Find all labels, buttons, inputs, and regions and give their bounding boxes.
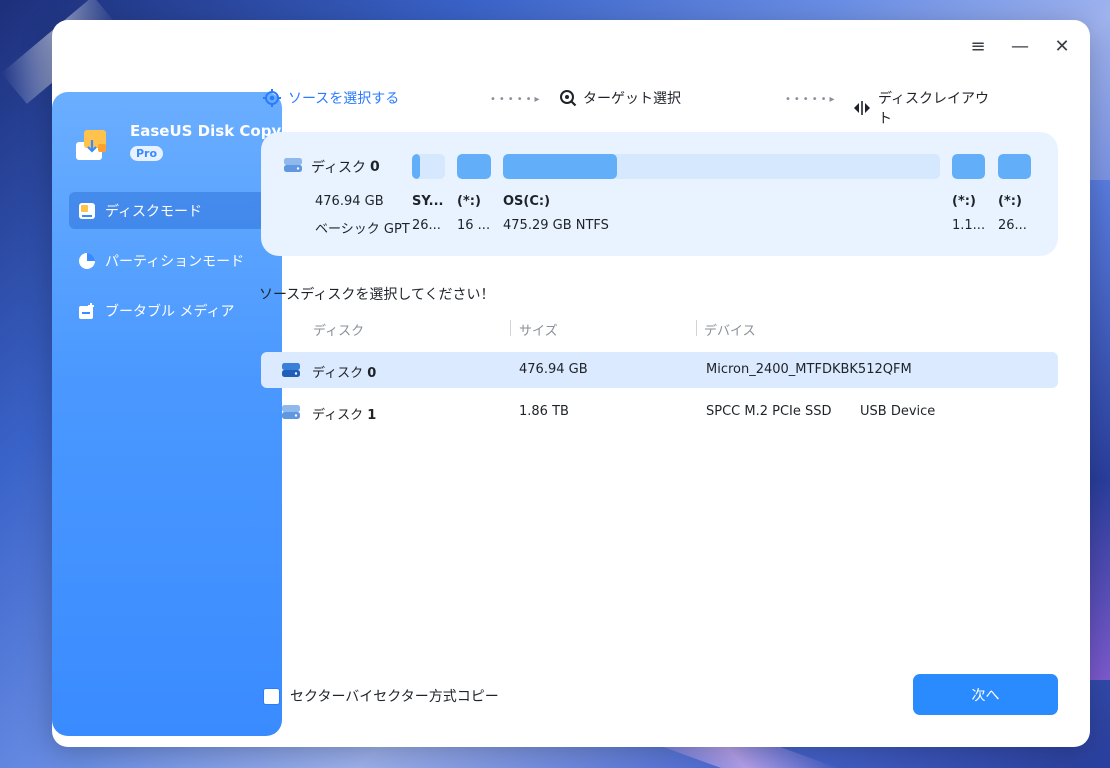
- partition-fill: [412, 154, 421, 179]
- close-icon[interactable]: ✕: [1052, 36, 1072, 57]
- sidebar-nav: ディスクモード パーティションモード ブータブル メディア: [69, 192, 265, 342]
- pie-chart-icon: [77, 251, 97, 271]
- partition-name: (*:): [998, 194, 1022, 209]
- window-controls: ≡ — ✕: [968, 36, 1072, 57]
- bootable-media-icon: [77, 301, 97, 321]
- disk-name-number: 0: [370, 159, 380, 175]
- partition-name: (*:): [457, 194, 481, 209]
- step-label: ターゲット選択: [583, 91, 681, 107]
- wallpaper-edge: [1088, 180, 1110, 680]
- column-divider[interactable]: [696, 320, 697, 336]
- menu-icon[interactable]: ≡: [968, 36, 988, 57]
- step-label: ディスクレイアウト: [878, 91, 990, 127]
- sidebar: EaseUS Disk Copy Pro ディスクモード パーティションモード: [52, 92, 282, 736]
- partition-size: 26...: [412, 218, 441, 233]
- sidebar-item-label: ブータブル メディア: [105, 303, 235, 320]
- disk-number: 0: [367, 366, 377, 381]
- hard-drive-icon: [281, 362, 301, 382]
- table-row[interactable]: ディスク 1 1.86 TB SPCC M.2 PCIe SSD USB Dev…: [261, 394, 1058, 430]
- partition-bar[interactable]: [998, 154, 1031, 179]
- source-prompt: ソースディスクを選択してください！: [259, 287, 495, 303]
- disk-number: 1: [367, 408, 377, 423]
- step-label: ソースを選択する: [288, 91, 400, 107]
- step-select-target[interactable]: ターゲット選択: [559, 88, 681, 108]
- disk-table-header: ディスク サイズ デバイス: [261, 318, 1058, 340]
- sidebar-item-label: ディスクモード: [105, 203, 203, 220]
- next-button[interactable]: 次へ: [913, 674, 1058, 715]
- disk-cell: ディスク 0: [312, 362, 376, 381]
- disk-cell: ディスク 1: [312, 404, 376, 423]
- sidebar-item-disk-mode[interactable]: ディスクモード: [69, 192, 265, 229]
- minimize-icon[interactable]: —: [1010, 36, 1030, 57]
- partition-bar[interactable]: [412, 154, 445, 179]
- partition-fill: [998, 154, 1031, 179]
- hard-drive-icon: [281, 404, 301, 424]
- sector-by-sector-checkbox[interactable]: [263, 687, 280, 705]
- disk-prefix: ディスク: [312, 408, 364, 423]
- size-cell: 1.86 TB: [519, 404, 569, 419]
- partition-size: 475.29 GB NTFS: [503, 218, 609, 233]
- app-logo-icon: [74, 128, 110, 164]
- disk-mode-icon: [77, 201, 97, 221]
- column-header-disk[interactable]: ディスク: [313, 320, 364, 339]
- partition-size: 26...: [998, 218, 1027, 233]
- size-cell: 476.94 GB: [519, 362, 588, 377]
- device-cell: Micron_2400_MTFDKBK512QFM: [706, 362, 912, 377]
- checkbox-label: セクターバイセクター方式コピー: [290, 689, 499, 705]
- target-search-icon: [559, 89, 577, 107]
- partition-fill: [952, 154, 985, 179]
- disk-size: 476.94 GB: [315, 194, 384, 209]
- step-connector: •••••▸: [785, 94, 838, 105]
- sector-by-sector-option[interactable]: セクターバイセクター方式コピー: [263, 686, 499, 706]
- step-disk-layout[interactable]: ディスクレイアウト: [852, 88, 1002, 128]
- partition-bar[interactable]: [457, 154, 491, 179]
- wizard-stepper: ソースを選択する •••••▸ ターゲット選択 •••••▸ ディスクレイアウト: [262, 88, 1002, 127]
- sidebar-item-label: パーティションモード: [105, 253, 245, 270]
- disk-prefix: ディスク: [312, 366, 364, 381]
- app-name: EaseUS Disk Copy: [130, 122, 282, 140]
- brand: EaseUS Disk Copy Pro: [74, 122, 281, 164]
- hard-drive-icon: [283, 157, 303, 177]
- pro-badge: Pro: [130, 146, 164, 161]
- partition-size: 1.1...: [952, 218, 986, 233]
- partition-name: OS(C:): [503, 194, 551, 209]
- disk-name-prefix: ディスク: [311, 160, 367, 176]
- partition-name: (*:): [952, 194, 976, 209]
- device-extra-cell: USB Device: [860, 404, 936, 419]
- layout-arrows-icon: [852, 100, 872, 116]
- partition-size: 16 ...: [457, 218, 491, 233]
- partition-name: SY...: [412, 194, 444, 209]
- partition-fill: [457, 154, 491, 179]
- column-header-size[interactable]: サイズ: [519, 320, 558, 339]
- disk-card-header: ディスク 0: [283, 157, 380, 177]
- crosshair-icon: [262, 88, 282, 108]
- partition-bar[interactable]: [952, 154, 985, 179]
- sidebar-item-partition-mode[interactable]: パーティションモード: [69, 242, 265, 279]
- source-disk-card[interactable]: ディスク 0 476.94 GB ベーシック GPT SY... 26... (…: [261, 132, 1058, 256]
- device-cell: SPCC M.2 PCIe SSD: [706, 404, 832, 419]
- column-header-device[interactable]: デバイス: [704, 320, 756, 339]
- table-row[interactable]: ディスク 0 476.94 GB Micron_2400_MTFDKBK512Q…: [261, 352, 1058, 388]
- partition-bar[interactable]: [503, 154, 940, 179]
- column-divider[interactable]: [510, 320, 511, 336]
- app-window: ≡ — ✕ EaseUS Disk Copy Pro ディスクモード パーティシ…: [52, 20, 1090, 747]
- sidebar-item-bootable-media[interactable]: ブータブル メディア: [69, 292, 265, 329]
- disk-type: ベーシック GPT: [315, 222, 410, 237]
- step-select-source[interactable]: ソースを選択する: [262, 88, 399, 108]
- partition-fill: [503, 154, 617, 179]
- step-connector: •••••▸: [490, 94, 543, 105]
